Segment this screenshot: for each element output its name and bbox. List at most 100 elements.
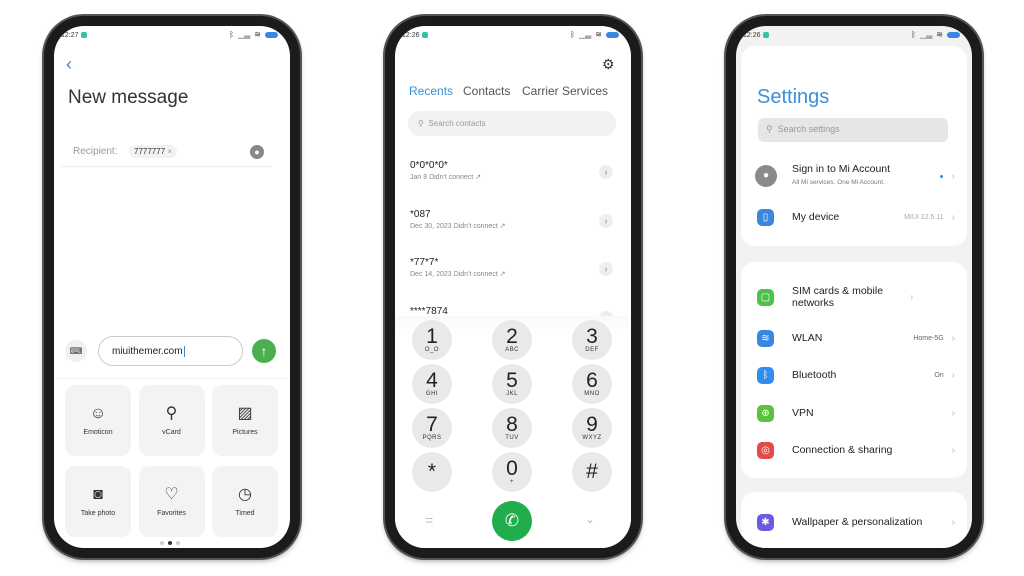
bluetooth-icon: ᛒ xyxy=(757,366,774,384)
page-indicator xyxy=(160,541,180,545)
status-time: 12:27 xyxy=(61,32,87,39)
status-time: 12:26 xyxy=(743,32,769,39)
status-icons: ᛒ ▁▃ ≋ xyxy=(570,30,619,39)
dialpad-key-9[interactable]: * xyxy=(412,452,452,492)
search-settings-input[interactable]: ⚲ Search settings xyxy=(758,118,948,142)
status-icons: ᛒ ▁▃ ≋ xyxy=(911,30,960,39)
recent-call-item[interactable]: *77*7* Dec 14, 2023 Didn't connect ↗ › xyxy=(410,257,620,278)
phone-dialer: 12:26 ᛒ ▁▃ ≋ ⚙ Recents Contacts Carrier Se… xyxy=(385,16,641,558)
globe-icon: ⊕ xyxy=(757,404,774,422)
dialpad-key-4[interactable]: 5 JKL xyxy=(492,364,532,404)
personalization-card: ✱ Wallpaper & personalization › xyxy=(741,492,967,548)
wifi-icon: ≋ xyxy=(936,30,943,39)
network-card: ▢ SIM cards & mobile networks › ≋ WLAN Home-5… xyxy=(741,262,967,478)
settings-row-bluetooth[interactable]: ᛒ Bluetooth On › xyxy=(741,360,967,390)
dialer-screen: 12:26 ᛒ ▁▃ ≋ ⚙ Recents Contacts Carrier Se… xyxy=(395,26,631,548)
my-device-row[interactable]: ▯ My device MIUI 12.5.11 › xyxy=(741,202,967,232)
search-contacts-input[interactable]: ⚲ Search contacts xyxy=(408,111,616,136)
call-details-button[interactable]: › xyxy=(599,262,613,276)
back-icon[interactable]: ‹ xyxy=(66,54,72,75)
chevron-right-icon: › xyxy=(951,407,955,419)
smiley-icon: ☺ xyxy=(89,405,107,422)
wifi-icon: ≋ xyxy=(254,30,261,39)
tab-recents[interactable]: Recents xyxy=(409,84,453,98)
recent-call-item[interactable]: *087 Dec 30, 2023 Didn't connect ↗ › xyxy=(410,209,620,230)
settings-row-wallpaper[interactable]: ✱ Wallpaper & personalization › xyxy=(741,507,967,537)
dialpad-key-6[interactable]: 7 PQRS xyxy=(412,408,452,448)
status-time: 12:26 xyxy=(402,32,428,39)
messaging-screen: 12:27 ᛒ ▁▃ ≋ ‹ New message Recipient: 7777… xyxy=(54,26,290,548)
tile-emoticon[interactable]: ☺ Emoticon xyxy=(65,385,131,456)
signal-icon: ▁▃ xyxy=(578,30,592,39)
search-icon: ⚲ xyxy=(418,119,424,128)
dialpad-key-10[interactable]: 0 + xyxy=(492,452,532,492)
sign-in-title: Sign in to Mi Account xyxy=(792,163,891,175)
chevron-right-icon: › xyxy=(951,369,955,381)
image-icon: ▨ xyxy=(237,405,253,422)
bluetooth-icon: ᛒ xyxy=(229,30,234,39)
dialpad-key-5[interactable]: 6 MNO xyxy=(572,364,612,404)
sign-in-row[interactable]: ● Sign in to Mi Account All Mi services. … xyxy=(741,161,967,191)
recent-call-item[interactable]: 0*0*0*0* Jan 8 Didn't connect ↗ › xyxy=(410,160,620,181)
menu-icon[interactable]: = xyxy=(425,512,433,528)
tile-take-photo[interactable]: ◙ Take photo xyxy=(65,466,131,537)
notification-dot xyxy=(939,174,943,178)
recipient-label: Recipient: xyxy=(73,146,118,157)
call-details-button[interactable]: › xyxy=(599,213,613,228)
dialpad-key-0[interactable]: 1 O_O xyxy=(412,320,452,360)
settings-row-wifi[interactable]: ≋ WLAN Home-5G › xyxy=(741,323,967,353)
account-avatar-icon: ● xyxy=(755,165,777,187)
recipient-chip[interactable]: 7777777 × xyxy=(129,145,178,158)
device-version: MIUI 12.5.11 xyxy=(904,213,944,221)
wallpaper-icon: ✱ xyxy=(757,513,774,531)
dialpad-key-7[interactable]: 8 TUV xyxy=(492,408,532,448)
chevron-right-icon: › xyxy=(910,291,914,303)
settings-screen: 12:26 ᛒ ▁▃ ≋ Settings ⚲ Search settings ● … xyxy=(736,26,972,548)
signal-icon: ▁▃ xyxy=(237,30,251,39)
battery-icon xyxy=(947,31,960,38)
chevron-right-icon: › xyxy=(951,332,955,344)
heart-icon: ♡ xyxy=(164,486,179,503)
status-icons: ᛒ ▁▃ ≋ xyxy=(229,30,278,39)
phone-messaging: 12:27 ᛒ ▁▃ ≋ ‹ New message Recipient: 7777… xyxy=(44,16,300,558)
tile-vcard[interactable]: ⚲ vCard xyxy=(138,385,205,456)
dialpad: 1 O_O 2 ABC 3 DEF 4 GHI 5 JKL 6 MNO 7 PQRS 8 TUV 9 WXYZ * 0… xyxy=(395,316,631,548)
battery-icon xyxy=(606,31,619,38)
call-details-button[interactable]: › xyxy=(599,165,613,179)
bluetooth-icon: ᛒ xyxy=(911,30,916,39)
tab-contacts[interactable]: Contacts xyxy=(463,84,510,98)
wifi-icon: ≋ xyxy=(595,30,602,39)
chip-remove-icon[interactable]: × xyxy=(167,147,172,156)
dialpad-key-3[interactable]: 4 GHI xyxy=(412,364,452,404)
chevron-right-icon: › xyxy=(951,211,955,223)
tab-carrier-services[interactable]: Carrier Services xyxy=(522,84,608,98)
chevron-right-icon: › xyxy=(951,170,955,182)
message-input[interactable]: miuithemer.com xyxy=(98,336,243,366)
contact-picker-icon[interactable]: ● xyxy=(250,145,264,159)
tile-pictures[interactable]: ▨ Pictures xyxy=(212,385,278,456)
dialpad-key-11[interactable]: # xyxy=(572,452,612,492)
page-title: New message xyxy=(68,87,189,108)
settings-row-sim[interactable]: ▢ SIM cards & mobile networks › xyxy=(741,280,967,314)
chevron-right-icon: › xyxy=(951,516,955,528)
collapse-dialpad-icon[interactable]: ⌄ xyxy=(585,512,595,526)
settings-gear-icon[interactable]: ⚙ xyxy=(602,56,615,73)
tile-favorites[interactable]: ♡ Favorites xyxy=(138,466,205,537)
wifi-icon: ≋ xyxy=(757,329,774,347)
dialpad-key-8[interactable]: 9 WXYZ xyxy=(572,408,612,448)
call-button[interactable]: ✆ xyxy=(492,501,532,541)
send-button[interactable]: ↑ xyxy=(252,339,276,363)
settings-row-globe[interactable]: ⊕ VPN › xyxy=(741,398,967,428)
person-icon: ⚲ xyxy=(165,405,178,422)
bluetooth-icon: ᛒ xyxy=(570,30,575,39)
sim-icon: ▢ xyxy=(757,288,774,306)
sign-in-subtitle: All Mi services. One Mi Account. xyxy=(792,179,885,186)
page-dot-active xyxy=(168,541,172,545)
keyboard-icon[interactable]: ⌨ xyxy=(65,340,87,362)
dialpad-key-2[interactable]: 3 DEF xyxy=(572,320,612,360)
notification-icon xyxy=(80,32,87,38)
page-title: Settings xyxy=(757,86,830,108)
tile-timed[interactable]: ◷ Timed xyxy=(212,466,278,537)
settings-row-share[interactable]: ◎ Connection & sharing › xyxy=(741,435,967,465)
dialpad-key-1[interactable]: 2 ABC xyxy=(492,320,532,360)
